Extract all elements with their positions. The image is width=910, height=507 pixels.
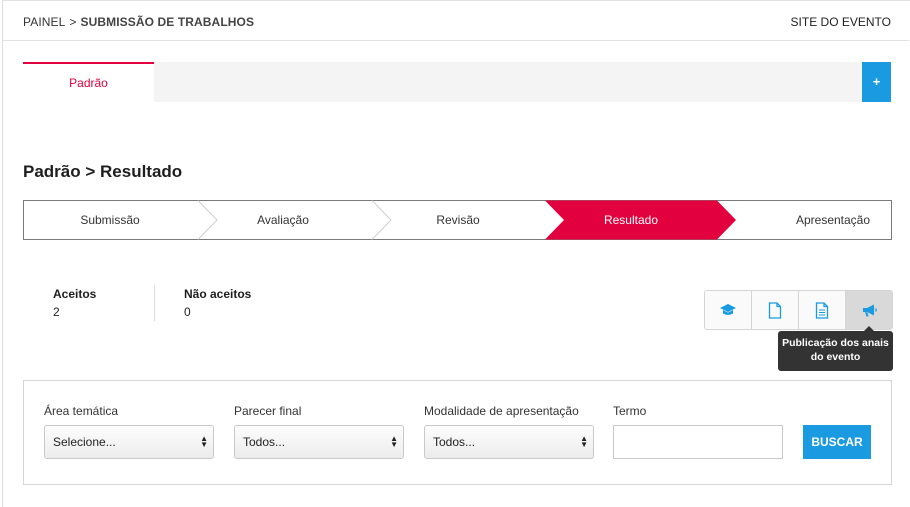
page-title: Padrão > Resultado [23, 162, 183, 181]
file-button[interactable] [752, 291, 799, 329]
area-select-value: Selecione... [53, 435, 116, 449]
accepted-stat: Aceitos 2 [53, 287, 96, 319]
tab-strip: Padrão + [23, 62, 891, 102]
step-apresentacao[interactable]: Apresentação [763, 213, 903, 227]
top-bar: PAINEL > SUBMISSÃO DE TRABALHOS SITE DO EV… [3, 1, 909, 41]
megaphone-icon [862, 304, 877, 316]
termo-label: Termo [613, 404, 647, 418]
step-resultado[interactable]: Resultado [561, 213, 701, 227]
modalidade-label: Modalidade de apresentação [424, 404, 579, 418]
filter-panel: Área temática Selecione... ▲ ▼ Parecer fi… [23, 380, 892, 485]
tab-padrao[interactable]: Padrão [23, 62, 154, 102]
file-icon [768, 301, 782, 319]
step-revisao[interactable]: Revisão [388, 213, 528, 227]
area-select[interactable]: Selecione... ▲ ▼ [44, 425, 214, 459]
action-button-group [704, 290, 893, 330]
modalidade-select-value: Todos... [433, 435, 476, 449]
graduation-cap-button[interactable] [705, 291, 752, 329]
parecer-label: Parecer final [234, 404, 302, 418]
file-text-button[interactable] [799, 291, 846, 329]
area-label: Área temática [44, 404, 119, 418]
rejected-stat: Não aceitos 0 [184, 287, 251, 319]
breadcrumb: PAINEL > SUBMISSÃO DE TRABALHOS [23, 15, 254, 29]
publish-proceedings-button[interactable] [846, 291, 892, 329]
file-text-icon [815, 301, 829, 319]
tooltip: Publicação dos anais do evento [778, 326, 893, 371]
parecer-select-value: Todos... [243, 435, 286, 449]
accepted-count: 2 [53, 305, 60, 319]
modalidade-select[interactable]: Todos... ▲ ▼ [424, 425, 594, 459]
breadcrumb-root[interactable]: PAINEL [23, 15, 65, 29]
select-arrows-icon: ▲ ▼ [200, 434, 208, 449]
step-progress: Submissão Avaliação Revisão Resultado Ap… [23, 200, 892, 240]
graduation-cap-icon [720, 304, 736, 315]
breadcrumb-separator: > [69, 15, 77, 29]
site-link[interactable]: SITE DO EVENTO [791, 15, 891, 29]
breadcrumb-current: SUBMISSÃO DE TRABALHOS [80, 15, 255, 29]
search-button[interactable]: BUSCAR [803, 425, 871, 459]
page-frame: PAINEL > SUBMISSÃO DE TRABALHOS SITE DO EV… [2, 0, 910, 507]
tooltip-text: Publicação dos anais do evento [782, 337, 889, 363]
rejected-count: 0 [184, 305, 191, 319]
add-tab-button[interactable]: + [862, 62, 891, 102]
step-avaliacao[interactable]: Avaliação [213, 213, 353, 227]
tooltip-arrow [864, 326, 874, 331]
select-arrows-icon: ▲ ▼ [580, 434, 588, 449]
rejected-label: Não aceitos [184, 287, 252, 301]
step-submissao[interactable]: Submissão [40, 213, 180, 227]
stats-divider [154, 285, 155, 321]
accepted-label: Aceitos [53, 287, 97, 301]
termo-input[interactable] [613, 425, 783, 459]
select-arrows-icon: ▲ ▼ [390, 434, 398, 449]
parecer-select[interactable]: Todos... ▲ ▼ [234, 425, 404, 459]
